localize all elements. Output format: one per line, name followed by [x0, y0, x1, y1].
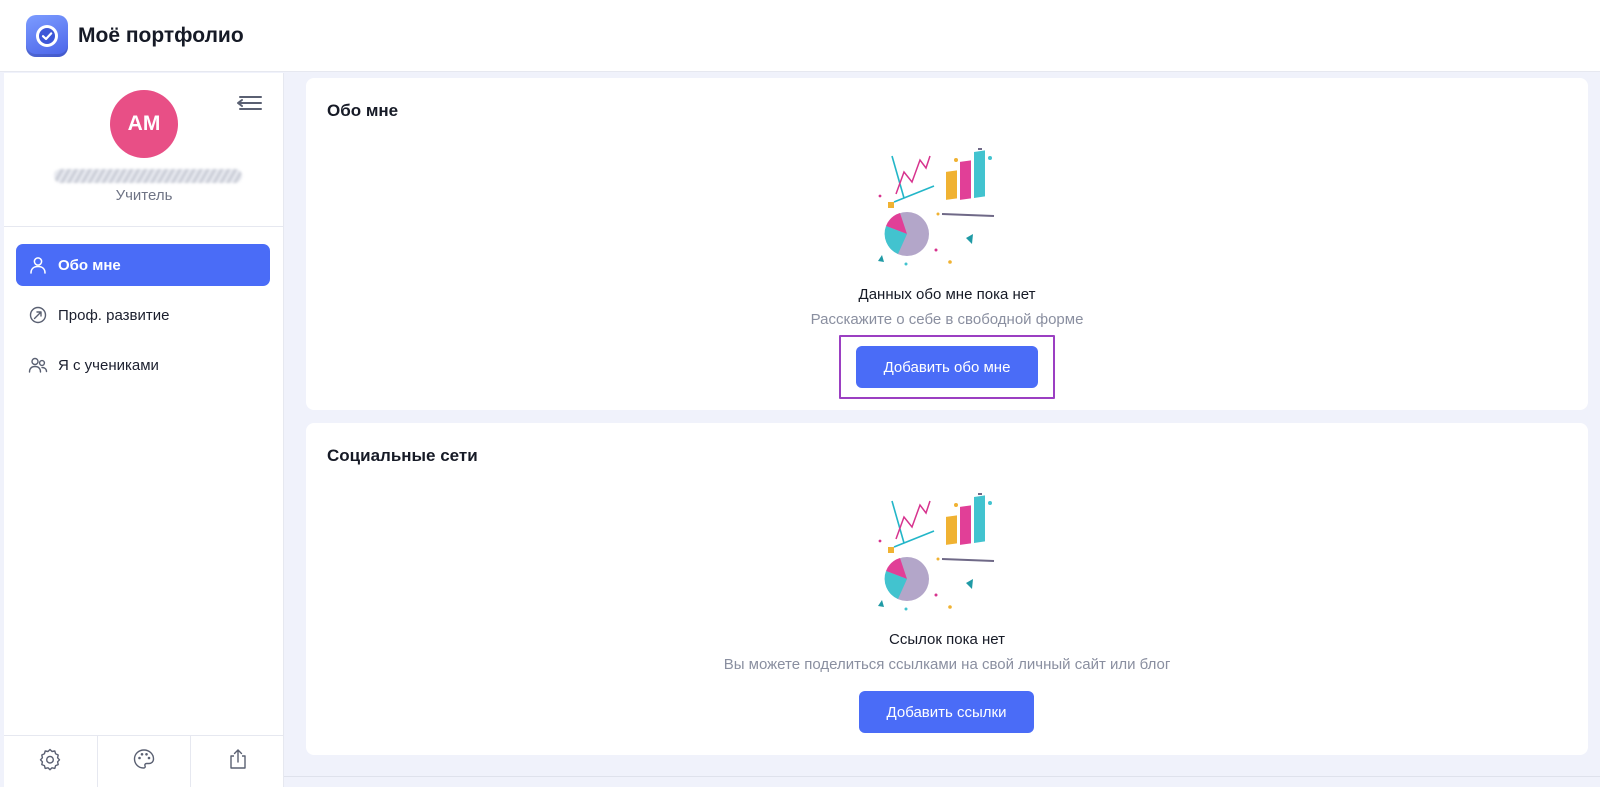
user-icon	[28, 255, 48, 275]
sidebar-item-label: Обо мне	[58, 256, 121, 274]
about-empty-title: Данных обо мне пока нет	[858, 286, 1036, 303]
sidebar-item-label: Проф. развитие	[58, 306, 170, 324]
sidebar: АМ Учитель Обо мне Проф. развитие Я с уч…	[4, 73, 284, 787]
avatar: АМ	[110, 90, 178, 158]
sidebar-item-label: Я с учениками	[58, 356, 159, 374]
theme-button[interactable]	[98, 736, 192, 787]
empty-state-chart-illustration	[874, 146, 1024, 271]
social-title: Социальные сети	[327, 446, 478, 465]
divider	[284, 776, 1600, 777]
share-button[interactable]	[191, 736, 284, 787]
share-icon	[226, 747, 250, 776]
app-header: Моё портфолио	[0, 0, 1600, 72]
social-empty-title: Ссылок пока нет	[889, 631, 1005, 648]
add-about-button[interactable]: Добавить обо мне	[856, 346, 1038, 388]
sidebar-item-students[interactable]: Я с учениками	[16, 344, 270, 386]
about-empty-subtitle: Расскажите о себе в свободной форме	[810, 311, 1084, 328]
users-icon	[28, 355, 48, 375]
about-card: Обо мне Данных обо мне пока нет Расскажи…	[306, 78, 1588, 410]
empty-state-chart-illustration	[874, 491, 1024, 616]
profile-block: АМ Учитель	[4, 73, 283, 227]
growth-arrow-icon	[28, 305, 48, 325]
social-card: Социальные сети Ссылок пока нет Вы может…	[306, 423, 1588, 755]
palette-icon	[132, 747, 156, 776]
sidebar-footer	[4, 735, 284, 787]
settings-button[interactable]	[4, 736, 98, 787]
user-name-redacted	[54, 169, 242, 183]
gear-icon	[38, 747, 62, 776]
collapse-menu-icon[interactable]	[234, 91, 264, 115]
app-title: Моё портфолио	[78, 23, 244, 47]
check-badge-icon	[26, 14, 68, 57]
sidebar-nav: Обо мне Проф. развитие Я с учениками	[4, 227, 283, 386]
about-title: Обо мне	[327, 101, 399, 120]
user-role: Учитель	[115, 187, 173, 204]
sidebar-item-about[interactable]: Обо мне	[16, 244, 270, 286]
social-empty-subtitle: Вы можете поделиться ссылками на свой ли…	[723, 656, 1171, 673]
sidebar-item-prof-development[interactable]: Проф. развитие	[16, 294, 270, 336]
add-links-button[interactable]: Добавить ссылки	[859, 691, 1034, 733]
